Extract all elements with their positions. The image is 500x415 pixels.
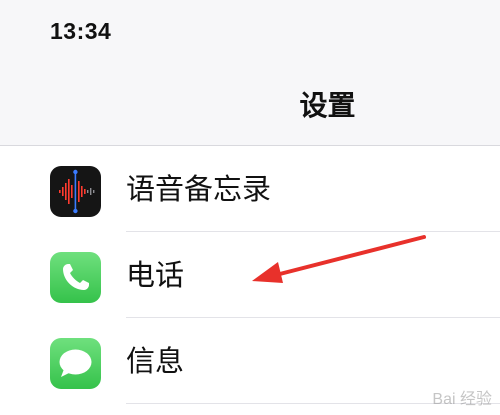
messages-icon [50,338,101,389]
page-title: 设置 [299,89,356,122]
settings-list: 语音备忘录 电话 信息 [0,146,500,415]
settings-row-messages[interactable]: 信息 [0,318,500,404]
watermark: Bai 经验 [432,391,492,408]
status-time: 13:34 [50,18,112,44]
phone-icon [50,252,101,303]
settings-row-label: 信息 [126,344,185,378]
settings-row-label: 电话 [126,258,185,292]
settings-row-label: 语音备忘录 [126,172,272,206]
navigation-header: 13:34 设置 [0,0,500,146]
voice-memos-icon [50,166,101,217]
settings-row-voice-memos[interactable]: 语音备忘录 [0,146,500,232]
settings-row-phone[interactable]: 电话 [0,232,500,318]
